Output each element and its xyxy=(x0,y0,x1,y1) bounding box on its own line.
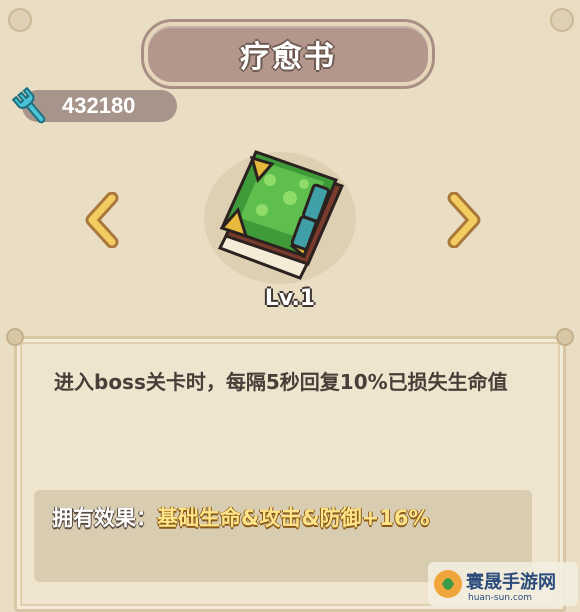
skill-description: 进入boss关卡时，每隔5秒回复10%已损失生命值 xyxy=(54,370,508,394)
effect-value: 基础生命&攻击&防御+16% xyxy=(157,506,430,530)
watermark-text: 寰晟手游网 xyxy=(466,572,556,593)
corner-ornament xyxy=(8,8,32,32)
green-book-icon xyxy=(204,150,356,284)
chevron-right-icon[interactable] xyxy=(444,192,484,248)
frame-ornament xyxy=(6,328,24,346)
frame-ornament xyxy=(556,328,574,346)
wrench-icon xyxy=(11,86,46,124)
watermark-subtext: huan-sun.com xyxy=(468,593,533,603)
effect-label: 拥有效果： xyxy=(52,506,157,530)
item-level: Lv.1 xyxy=(264,286,316,311)
chevron-left-icon[interactable] xyxy=(82,192,122,248)
page-title: 疗愈书 xyxy=(240,40,336,75)
title-banner: 疗愈书 xyxy=(144,22,432,86)
effect-row: 拥有效果：基础生命&攻击&防御+16% xyxy=(52,502,522,532)
currency-amount: 432180 xyxy=(62,93,136,118)
corner-ornament xyxy=(550,8,574,32)
